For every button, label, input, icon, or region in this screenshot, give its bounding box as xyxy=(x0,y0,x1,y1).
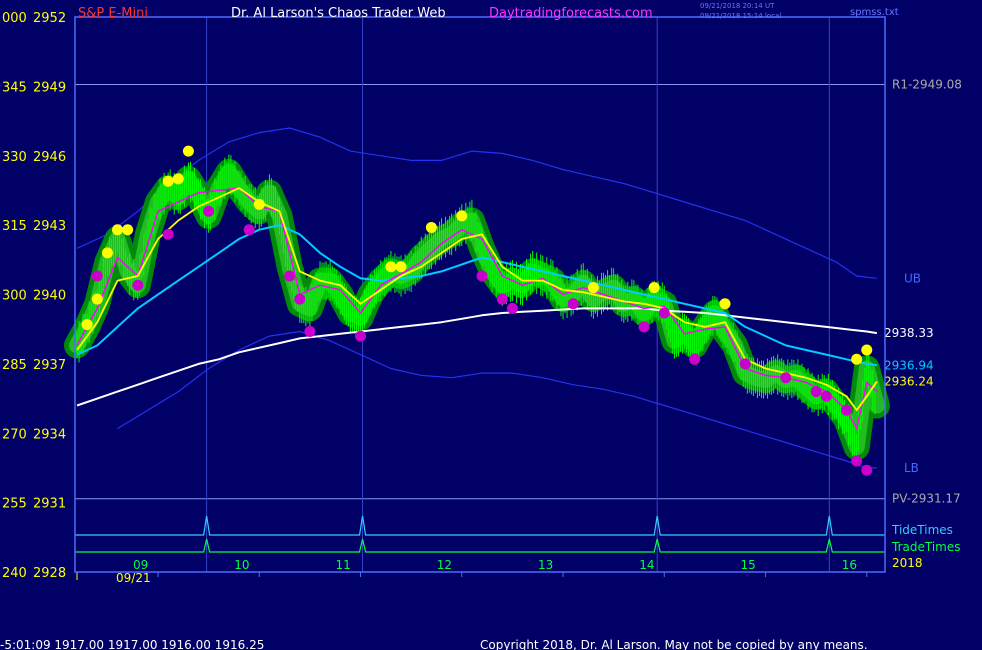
header-symbol: S&P E-Mini xyxy=(78,6,148,21)
yellow-dot xyxy=(101,247,113,259)
footer-copyright: Copyright 2018, Dr. Al Larson. May not b… xyxy=(480,638,868,650)
magenta-dot xyxy=(203,205,215,217)
yellow-dot xyxy=(425,221,437,233)
magenta-dot xyxy=(304,326,316,337)
y-tick-right: 2943 xyxy=(33,219,66,234)
magenta-dot xyxy=(810,386,822,398)
y-tick-right: 2949 xyxy=(33,80,66,95)
yellow-dot xyxy=(385,261,397,273)
footer-readout: -5:01:09 1917.00 1917.00 1916.00 1916.25 xyxy=(0,638,264,650)
yellow-dot xyxy=(587,282,599,294)
y-tick-left: 300 xyxy=(2,289,27,304)
x-tick-label: 14 xyxy=(639,558,654,572)
magenta-dot xyxy=(496,293,508,305)
header-timestamp-utc: 09/21/2018 20:14 UT xyxy=(700,2,775,10)
y-tick-right: 2928 xyxy=(33,566,66,581)
level-label-PV: PV-2931.17 xyxy=(892,492,961,506)
band-label-LB: LB xyxy=(904,461,919,475)
date-label: 09/21 xyxy=(116,571,151,585)
x-tick-label: 15 xyxy=(741,558,756,572)
magenta-dot xyxy=(162,228,174,240)
year-label: 2018 xyxy=(892,556,923,570)
magenta-dot xyxy=(355,330,367,342)
magenta-dot xyxy=(567,298,579,310)
yellow-dot xyxy=(122,224,134,236)
yellow-dot xyxy=(456,210,468,222)
x-tick-label: 11 xyxy=(336,558,351,572)
y-tick-left: 315 xyxy=(2,219,27,234)
x-tick-label: 16 xyxy=(842,558,857,572)
header-timestamp-local: 09/21/2018 15:14 local xyxy=(700,12,781,20)
y-tick-left: 285 xyxy=(2,358,27,373)
magenta-dot xyxy=(294,293,306,305)
header-site[interactable]: Daytradingforecasts.com xyxy=(489,6,653,21)
y-tick-right: 2937 xyxy=(33,358,66,373)
magenta-dot xyxy=(689,353,701,365)
trade-times-label: TradeTimes xyxy=(891,540,960,554)
magenta-dot xyxy=(638,321,650,333)
yellow-dot xyxy=(81,319,93,331)
magenta-dot xyxy=(91,270,103,282)
chart: 000 2952 345 2949 330 2946 315 2943 300 2940 285 29… xyxy=(0,0,982,650)
magenta-dot xyxy=(284,270,296,282)
tide-times-label: TideTimes xyxy=(891,523,953,537)
last-value-ema-fast: 2936.24 xyxy=(884,374,934,388)
magenta-dot xyxy=(506,302,518,314)
yellow-dot xyxy=(112,224,124,236)
y-tick-left: 270 xyxy=(2,427,27,442)
yellow-dot xyxy=(172,173,184,185)
header-title: Dr. Al Larson's Chaos Trader Web xyxy=(231,6,446,21)
header-file: spmss.txt xyxy=(850,7,899,18)
y-tick-left: 255 xyxy=(2,497,27,512)
yellow-dot xyxy=(395,261,407,273)
magenta-dot xyxy=(132,279,144,291)
y-tick-right: 2946 xyxy=(33,150,66,165)
last-value-ema-long: 2938.33 xyxy=(884,326,934,340)
magenta-dot xyxy=(841,404,853,416)
x-tick-label: 12 xyxy=(437,558,452,572)
magenta-dot xyxy=(780,372,792,384)
magenta-dot xyxy=(861,464,873,476)
band-label-UB: UB xyxy=(904,271,921,285)
yellow-dot xyxy=(648,282,660,294)
yellow-dot xyxy=(91,293,103,305)
magenta-dot xyxy=(851,455,863,467)
x-tick-label: 10 xyxy=(234,558,249,572)
magenta-dot xyxy=(476,270,488,282)
y-tick-left: 345 xyxy=(2,80,27,95)
yellow-dot xyxy=(253,198,265,210)
yellow-dot xyxy=(182,145,194,157)
yellow-dot xyxy=(162,175,174,187)
magenta-dot xyxy=(820,390,832,402)
yellow-dot xyxy=(851,353,863,365)
y-tick-right: 2931 xyxy=(33,497,66,512)
yellow-dot xyxy=(719,298,731,310)
y-tick-left: 330 xyxy=(2,150,27,165)
x-tick-label: 09 xyxy=(133,558,148,572)
y-tick-right: 2952 xyxy=(33,11,66,26)
magenta-dot xyxy=(658,307,670,319)
level-label-R1: R1-2949.08 xyxy=(892,78,962,92)
y-tick-right: 2934 xyxy=(33,427,66,442)
magenta-dot xyxy=(243,224,255,236)
y-tick-right: 2940 xyxy=(33,289,66,304)
x-tick-label: 13 xyxy=(538,558,553,572)
magenta-dot xyxy=(739,358,751,370)
last-value-ema-slow: 2936.94 xyxy=(884,358,934,372)
yellow-dot xyxy=(861,344,873,356)
y-tick-left: 240 xyxy=(2,566,27,581)
y-tick-left: 000 xyxy=(2,11,27,26)
